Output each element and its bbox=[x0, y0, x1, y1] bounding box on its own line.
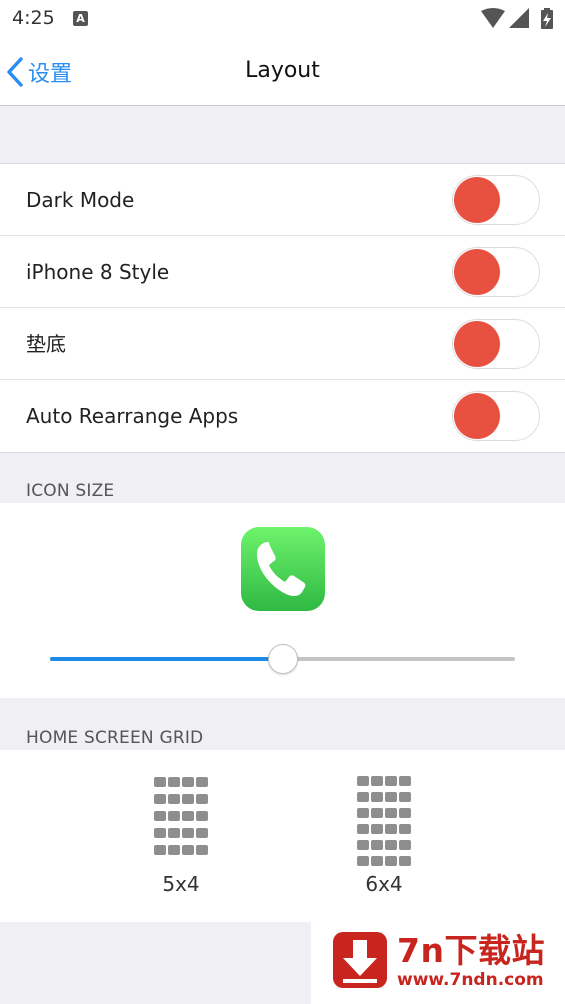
page-title: Layout bbox=[245, 58, 320, 83]
switch-knob bbox=[454, 393, 500, 439]
toggle-label: Dark Mode bbox=[26, 188, 135, 212]
icon-size-slider[interactable] bbox=[50, 641, 515, 677]
dock-switch[interactable] bbox=[452, 319, 540, 369]
toggle-row-auto-rearrange: Auto Rearrange Apps bbox=[0, 380, 565, 452]
nav-bar: 设置 Layout bbox=[0, 38, 565, 106]
status-time: 4:25 bbox=[12, 7, 55, 29]
switch-knob bbox=[454, 249, 500, 295]
grid-option-5x4[interactable]: 5x4 bbox=[121, 750, 241, 922]
iphone8-style-switch[interactable] bbox=[452, 247, 540, 297]
home-grid-header: HOME SCREEN GRID bbox=[26, 728, 204, 748]
toggle-label: 垫底 bbox=[26, 332, 66, 356]
status-icons bbox=[481, 8, 553, 29]
grid-5x4-icon bbox=[154, 777, 208, 855]
toggle-label: iPhone 8 Style bbox=[26, 260, 170, 284]
grid-option-6x4[interactable]: 6x4 bbox=[324, 750, 444, 922]
cellular-signal-icon bbox=[509, 8, 529, 28]
status-bar: 4:25 A bbox=[0, 0, 565, 38]
font-a-icon: A bbox=[73, 11, 88, 26]
toggle-row-dock: 垫底 bbox=[0, 308, 565, 380]
grid-6x4-icon bbox=[357, 776, 411, 866]
slider-fill bbox=[50, 657, 283, 661]
toggle-label: Auto Rearrange Apps bbox=[26, 404, 239, 428]
dark-mode-switch[interactable] bbox=[452, 175, 540, 225]
grid-option-label: 6x4 bbox=[365, 872, 403, 896]
toggle-group: Dark Mode iPhone 8 Style 垫底 Auto Rearran… bbox=[0, 163, 565, 453]
download-arrow-icon bbox=[333, 932, 387, 988]
slider-thumb[interactable] bbox=[268, 644, 298, 674]
watermark: 7n下载站 www.7ndn.com bbox=[311, 912, 565, 1004]
grid-option-label: 5x4 bbox=[162, 872, 200, 896]
icon-size-header: ICON SIZE bbox=[26, 481, 115, 501]
auto-rearrange-switch[interactable] bbox=[452, 391, 540, 441]
battery-charging-icon bbox=[541, 8, 553, 29]
icon-size-panel bbox=[0, 503, 565, 698]
wifi-icon bbox=[481, 8, 505, 28]
home-grid-panel: 5x4 6x4 bbox=[0, 750, 565, 922]
toggle-row-dark-mode: Dark Mode bbox=[0, 164, 565, 236]
switch-knob bbox=[454, 177, 500, 223]
switch-knob bbox=[454, 321, 500, 367]
toggle-row-iphone8-style: iPhone 8 Style bbox=[0, 236, 565, 308]
phone-app-icon bbox=[241, 527, 325, 611]
watermark-url: www.7ndn.com bbox=[397, 970, 544, 990]
watermark-name: 7n下载站 bbox=[397, 931, 545, 970]
